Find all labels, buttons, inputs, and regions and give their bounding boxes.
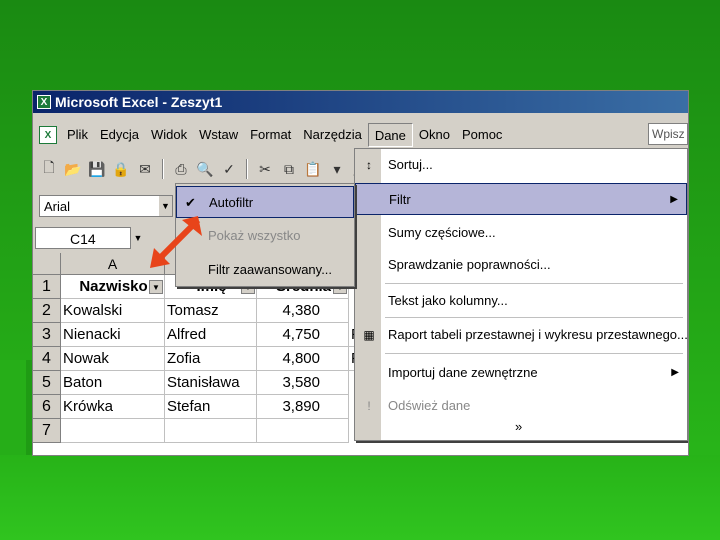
menu-expand-chevron-icon[interactable]: » xyxy=(515,419,522,434)
print-preview-icon[interactable]: 🔍 xyxy=(195,159,215,179)
copy-icon[interactable]: ⧉ xyxy=(279,159,299,179)
menu-item-sortuj[interactable]: ↕ Sortuj... xyxy=(355,149,687,181)
menu-item-label: Sprawdzanie poprawności... xyxy=(388,257,551,272)
table-cell[interactable] xyxy=(257,419,349,443)
table-cell[interactable]: Tomasz xyxy=(165,299,257,323)
row-header[interactable]: 5 xyxy=(33,371,61,395)
cut-icon[interactable]: ✂ xyxy=(255,159,275,179)
menu-item-importuj[interactable]: Importuj dane zewnętrzne ▶ xyxy=(355,357,687,389)
paste-dropdown-icon[interactable]: ▾ xyxy=(327,159,347,179)
menu-narzedzia[interactable]: Narzędzia xyxy=(297,123,368,147)
table-cell[interactable]: Alfred xyxy=(165,323,257,347)
save-icon[interactable]: 💾 xyxy=(87,159,107,179)
table-cell[interactable]: Nowak xyxy=(61,347,165,371)
refresh-exclamation-icon: ! xyxy=(367,399,371,413)
chevron-down-icon[interactable]: ▼ xyxy=(132,229,144,247)
row-header[interactable]: 6 xyxy=(33,395,61,419)
menu-item-label: Pokaż wszystko xyxy=(208,228,301,243)
table-cell[interactable]: Stefan xyxy=(165,395,257,419)
menu-dane[interactable]: Dane xyxy=(367,123,413,147)
table-cell[interactable] xyxy=(61,419,165,443)
menu-widok[interactable]: Widok xyxy=(145,123,193,147)
menu-item-label: Autofiltr xyxy=(209,195,254,210)
table-cell[interactable] xyxy=(165,419,257,443)
table-cell[interactable]: 4,380 xyxy=(257,299,349,323)
menu-item-sumy[interactable]: Sumy częściowe... xyxy=(355,217,687,249)
table-cell[interactable]: 4,800 xyxy=(257,347,349,371)
spelling-icon[interactable]: ✓ xyxy=(219,159,239,179)
menu-edycja[interactable]: Edycja xyxy=(94,123,145,147)
menu-separator xyxy=(385,283,683,284)
menu-item-label: Sumy częściowe... xyxy=(388,225,496,240)
menu-wstaw[interactable]: Wstaw xyxy=(193,123,244,147)
submenu-arrow-icon: ▶ xyxy=(671,367,679,378)
table-cell[interactable]: 4,750 xyxy=(257,323,349,347)
window-title: Microsoft Excel - Zeszyt1 xyxy=(55,94,223,110)
table-cell[interactable]: Zofia xyxy=(165,347,257,371)
open-icon[interactable]: 📂 xyxy=(63,159,83,179)
email-icon[interactable]: ✉ xyxy=(135,159,155,179)
menu-okno[interactable]: Okno xyxy=(413,123,456,147)
menu-item-label: Odśwież dane xyxy=(388,398,471,413)
row-header[interactable]: 3 xyxy=(33,323,61,347)
toolbar-separator xyxy=(246,159,248,179)
table-cell[interactable]: Nienacki xyxy=(61,323,165,347)
menu-item-filtr[interactable]: Filtr ▶ xyxy=(355,183,687,215)
row-header[interactable]: 4 xyxy=(33,347,61,371)
title-bar: X Microsoft Excel - Zeszyt1 xyxy=(33,91,688,113)
pivot-table-icon: ▦ xyxy=(363,328,375,342)
menu-format[interactable]: Format xyxy=(244,123,297,147)
select-all-corner[interactable] xyxy=(33,253,61,275)
help-search-input[interactable]: Wpisz p xyxy=(648,123,688,145)
menu-item-odswiez[interactable]: ! Odśwież dane xyxy=(355,390,687,422)
filter-dropdown-icon[interactable]: ▼ xyxy=(149,280,163,294)
menu-item-label: Tekst jako kolumny... xyxy=(388,293,508,308)
table-cell[interactable]: 3,890 xyxy=(257,395,349,419)
menu-separator xyxy=(385,317,683,318)
table-cell[interactable]: Baton xyxy=(61,371,165,395)
menu-plik[interactable]: Plik xyxy=(61,123,94,147)
new-icon[interactable]: 🗋 xyxy=(39,159,59,179)
row-header[interactable]: 7 xyxy=(33,419,61,443)
menu-item-label: Filtr xyxy=(389,192,411,207)
menu-item-tekst-jako-kolumny[interactable]: Tekst jako kolumny... xyxy=(355,285,687,317)
menu-separator xyxy=(385,353,683,354)
menu-pomoc[interactable]: Pomoc xyxy=(456,123,508,147)
menu-item-label: Filtr zaawansowany... xyxy=(208,262,333,277)
table-cell[interactable]: Kowalski xyxy=(61,299,165,323)
sort-az-icon: ↕ xyxy=(366,158,372,172)
workbook-icon[interactable]: X xyxy=(39,126,57,144)
excel-icon: X xyxy=(37,95,51,109)
permission-icon[interactable]: 🔒 xyxy=(111,159,131,179)
row-header[interactable]: 2 xyxy=(33,299,61,323)
table-cell[interactable]: Stanisława xyxy=(165,371,257,395)
toolbar-separator xyxy=(162,159,164,179)
paste-icon[interactable]: 📋 xyxy=(303,159,323,179)
submenu-arrow-icon: ▶ xyxy=(670,194,678,205)
row-header[interactable]: 1 xyxy=(33,275,61,299)
excel-window: X Microsoft Excel - Zeszyt1 X Plik Edycj… xyxy=(32,90,689,456)
menu-item-label: Raport tabeli przestawnej i wykresu prze… xyxy=(388,327,688,342)
menu-item-label: Importuj dane zewnętrzne xyxy=(388,365,538,380)
print-icon[interactable]: ⎙ xyxy=(171,159,191,179)
annotation-arrow xyxy=(150,216,202,268)
menu-item-label: Sortuj... xyxy=(388,157,433,172)
table-cell[interactable]: 3,580 xyxy=(257,371,349,395)
name-box[interactable]: C14 xyxy=(35,227,131,249)
table-cell[interactable]: Krówka xyxy=(61,395,165,419)
decor-band xyxy=(0,455,720,540)
menu-bar: X Plik Edycja Widok Wstaw Format Narzędz… xyxy=(33,121,688,149)
menu-item-sprawdzanie[interactable]: Sprawdzanie poprawności... xyxy=(355,249,687,281)
dane-menu: ↕ Sortuj... Filtr ▶ Sumy częściowe... Sp… xyxy=(354,148,688,441)
menu-item-raport[interactable]: ▦ Raport tabeli przestawnej i wykresu pr… xyxy=(355,319,688,351)
